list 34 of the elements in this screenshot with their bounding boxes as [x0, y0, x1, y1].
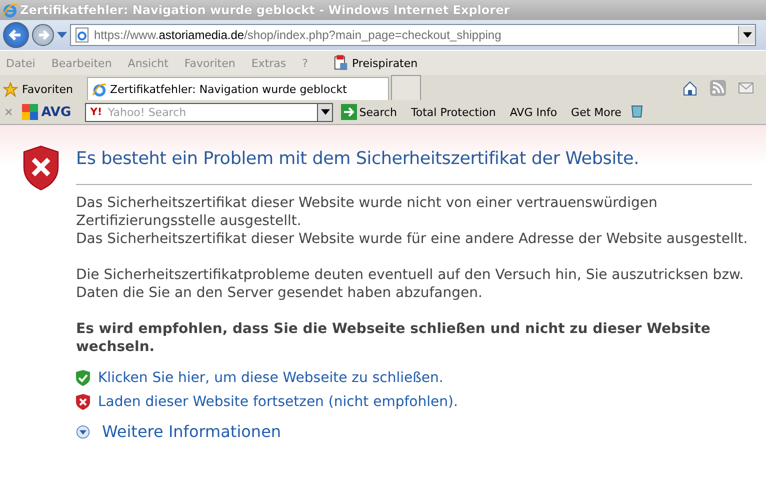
toolbar-button[interactable]: Total Protection — [411, 106, 496, 118]
window-title: Zertifikatfehler: Navigation wurde geblockt - Windows Internet Explorer — [20, 3, 510, 17]
shield-error-icon — [22, 145, 60, 191]
search-box[interactable]: Y! Yahoo! Search — [85, 102, 334, 122]
home-icon[interactable] — [682, 80, 698, 96]
dropdown-arrow-icon[interactable] — [320, 109, 330, 115]
expand-icon[interactable] — [76, 424, 90, 440]
paragraph: Das Sicherheitszertifikat dieser Website wurde nicht von einer vertrauenswürdigen Zertifizierungsstelle ausgestellt. — [76, 194, 658, 230]
paragraph: Das Sicherheitszertifikat dieser Website wurde für eine andere Adresse der Website ausgestellt. — [76, 230, 749, 248]
recommendation-text: Es wird empfohlen, dass Sie die Webseite schließen und nicht zu dieser Website wechseln. — [76, 320, 712, 356]
page-icon — [74, 27, 90, 43]
link[interactable]: Laden dieser Website fortsetzen (nicht empfohlen). — [98, 394, 458, 410]
paragraph: Die Sicherheitszertifikatprobleme deuten eventuell auf den Versuch hin, Sie auszutricksen bzw. Daten die Sie an den Server gesendet haben abzufangen. — [76, 266, 745, 302]
star-icon — [3, 82, 18, 96]
back-button[interactable] — [3, 22, 29, 48]
forward-button[interactable] — [32, 24, 54, 46]
toolbar-button[interactable]: Get More — [571, 106, 622, 118]
link[interactable]: Klicken Sie hier, um diese Webseite zu schließen. — [98, 370, 444, 386]
arrow-icon — [341, 104, 358, 120]
toolbar-button[interactable]: AVG Info — [510, 106, 558, 118]
check-shield-icon — [76, 370, 90, 386]
more-info-link[interactable]: Weitere Informationen — [102, 422, 282, 441]
heading: Es besteht ein Problem mit dem Sicherheitszertifikat der Website. — [76, 149, 640, 169]
search-button[interactable]: Search — [341, 104, 398, 120]
address-field[interactable]: https://www.astoriamedia.de/shop/index.php?main_page=checkout_shipping — [70, 24, 756, 46]
tab[interactable]: Zertifikatfehler: Navigation wurde geblockt — [87, 77, 389, 100]
search-engine-logo[interactable]: Y! — [86, 106, 106, 118]
avg-logo[interactable]: AVG — [21, 104, 78, 120]
x-shield-icon — [76, 394, 90, 410]
browser-logo-icon — [92, 82, 107, 96]
document-icon — [334, 54, 348, 72]
menu-item[interactable]: Preispiraten — [352, 56, 418, 70]
browser-logo-icon — [2, 2, 18, 18]
favorites-button[interactable]: Favoriten — [3, 78, 87, 100]
